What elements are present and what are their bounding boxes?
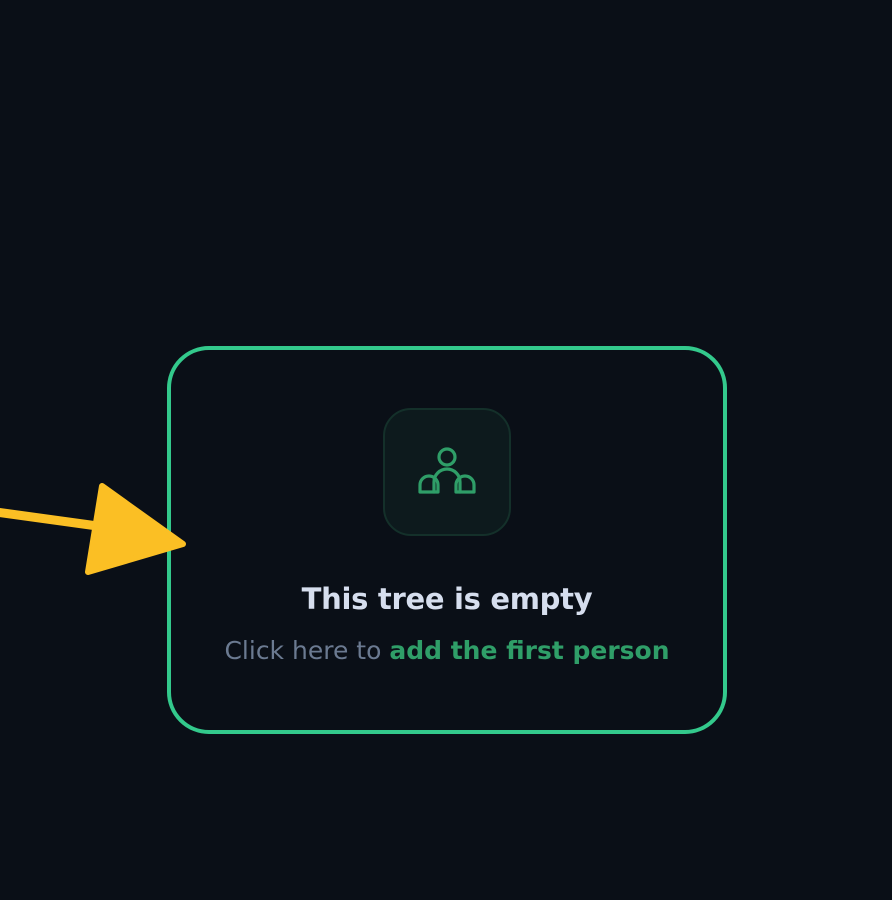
users-group-icon	[418, 447, 476, 494]
add-first-person-link[interactable]: add the first person	[389, 636, 669, 665]
empty-state-subtitle: Click here to add the first person	[167, 636, 727, 665]
add-first-person-card[interactable]	[167, 346, 727, 734]
empty-state-title: This tree is empty	[301, 582, 593, 616]
tree-canvas: This tree is empty Click here to add the…	[0, 0, 892, 900]
empty-state-subtitle-prefix: Click here to	[224, 636, 382, 665]
empty-state-icon-tile	[383, 408, 511, 536]
arrow-right-icon	[0, 483, 186, 575]
